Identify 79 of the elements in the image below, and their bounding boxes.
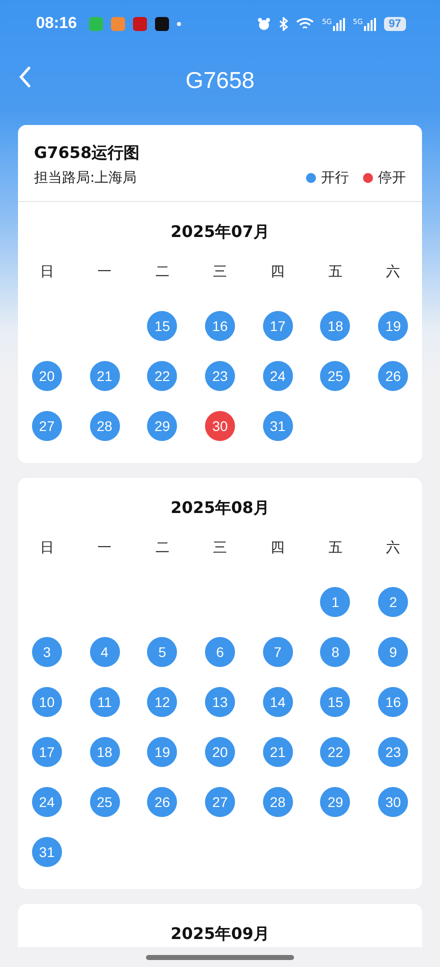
calendar-day[interactable]: 6: [204, 637, 235, 667]
calendar-day[interactable]: 13: [204, 687, 235, 717]
calendar-day[interactable]: 28: [262, 787, 293, 817]
calendar-day[interactable]: 31: [32, 837, 62, 867]
weekday-label: 五: [328, 263, 342, 282]
calendar-day[interactable]: 25: [320, 361, 350, 391]
calendar-day[interactable]: 3: [32, 637, 62, 667]
calendar-day[interactable]: 19: [147, 737, 178, 767]
weekday-label: 四: [270, 539, 285, 558]
calendar-day[interactable]: 21: [262, 737, 293, 767]
calendar-day[interactable]: 17: [32, 737, 62, 767]
calendar-day[interactable]: 4: [90, 637, 120, 667]
calendar-day[interactable]: 27: [204, 787, 235, 817]
schedule-title: G7658运行图: [34, 143, 141, 164]
month-title: 2025年07月: [170, 222, 270, 243]
weekday-label: 二: [155, 263, 170, 282]
app-icon: [110, 17, 125, 31]
calendar-day[interactable]: 20: [204, 737, 235, 767]
calendar-day[interactable]: 9: [378, 637, 408, 667]
calendar-day[interactable]: 16: [204, 311, 235, 341]
month-title: 2025年08月: [170, 498, 270, 519]
calendar-day[interactable]: 19: [378, 311, 408, 341]
calendar-day[interactable]: 22: [320, 737, 350, 767]
calendar-day[interactable]: 12: [147, 687, 178, 717]
calendar-day[interactable]: 18: [90, 737, 120, 767]
month-title: 2025年09月: [170, 924, 270, 945]
calendar-day[interactable]: 31: [262, 411, 293, 441]
calendar-day[interactable]: 25: [90, 787, 120, 817]
calendar-day[interactable]: 26: [378, 361, 408, 391]
calendar-day[interactable]: 18: [320, 311, 350, 341]
calendar-day[interactable]: 11: [90, 687, 120, 717]
calendar-day[interactable]: 29: [147, 411, 178, 441]
calendar-day[interactable]: 2: [378, 587, 408, 617]
weekday-label: 一: [98, 539, 112, 558]
weekday-label: 四: [270, 263, 285, 282]
calendar-day[interactable]: 15: [320, 687, 350, 717]
legend-label: 开行: [321, 169, 349, 187]
wifi-icon: [296, 17, 314, 31]
weekday-label: 三: [212, 539, 227, 558]
calendar-day[interactable]: 27: [32, 411, 62, 441]
calendar-day[interactable]: 26: [147, 787, 178, 817]
page-title: G7658: [185, 66, 255, 94]
weekday-label: 六: [386, 263, 400, 282]
battery-level: 97: [384, 17, 406, 31]
calendar-day[interactable]: 5: [147, 637, 178, 667]
calendar-day[interactable]: 7: [262, 637, 293, 667]
calendar-day[interactable]: 20: [32, 361, 62, 391]
calendar-day[interactable]: 24: [262, 361, 293, 391]
calendar-day[interactable]: 10: [32, 687, 62, 717]
calendar-day[interactable]: 17: [262, 311, 293, 341]
calendar-day[interactable]: 30: [204, 411, 235, 441]
signal-icon: [332, 18, 345, 30]
calendar-day[interactable]: 30: [378, 787, 408, 817]
legend-label: 停开: [378, 169, 406, 187]
weekday-label: 六: [386, 539, 400, 558]
calendar-day[interactable]: 8: [320, 637, 350, 667]
weekday-label: 一: [98, 263, 112, 282]
bluetooth-icon: [278, 17, 288, 31]
weekday-label: 三: [212, 263, 227, 282]
signal-icon: [364, 18, 376, 30]
calendar-day[interactable]: 24: [32, 787, 62, 817]
calendar-day[interactable]: 15: [147, 311, 178, 341]
weekday-label: 二: [155, 539, 170, 558]
weekday-label: 日: [40, 539, 54, 558]
bureau-label: 担当路局:上海局: [34, 169, 137, 187]
calendar-day[interactable]: 14: [262, 687, 293, 717]
app-icon: [132, 17, 147, 31]
notification-dot-icon: [176, 22, 181, 26]
calendar-day[interactable]: 22: [147, 361, 178, 391]
calendar-day[interactable]: 16: [378, 687, 408, 717]
calendar-day[interactable]: 23: [204, 361, 235, 391]
weekday-label: 五: [328, 539, 342, 558]
calendar-day[interactable]: 1: [320, 587, 350, 617]
calendar-day[interactable]: 21: [90, 361, 120, 391]
calendar-day[interactable]: 23: [378, 737, 408, 767]
status-time: 08:16: [36, 15, 77, 33]
calendar-day[interactable]: 29: [320, 787, 350, 817]
weekday-label: 日: [40, 263, 54, 282]
calendar-day[interactable]: 28: [90, 411, 120, 441]
